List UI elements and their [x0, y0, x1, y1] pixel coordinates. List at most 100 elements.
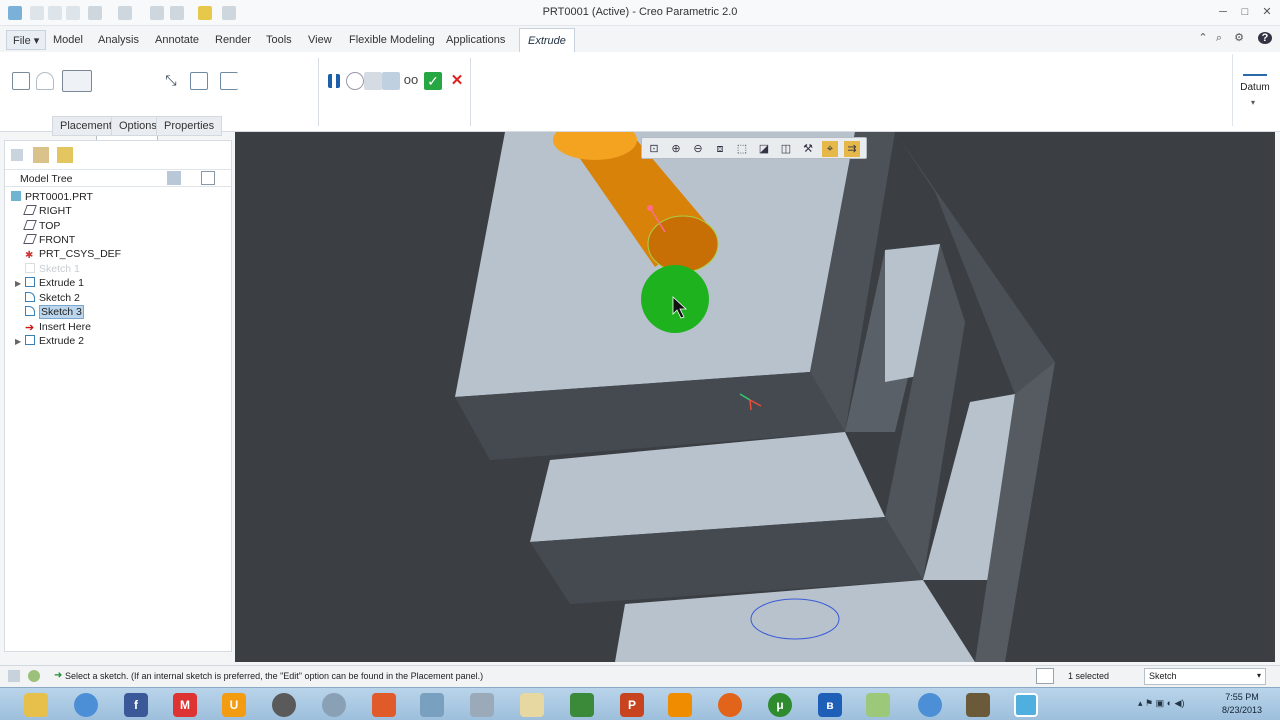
tree-item-sketch3[interactable]: Sketch 3 [25, 305, 84, 319]
zoom-in-icon[interactable]: ⊕ [668, 141, 684, 157]
gmail-icon[interactable]: M [173, 693, 197, 717]
model-tree-tab-icon[interactable] [11, 149, 23, 161]
datum-plane-icon [23, 220, 37, 230]
tree-item-top[interactable]: TOP [23, 219, 60, 233]
browser-toggle-icon[interactable] [28, 670, 40, 682]
utorrent-icon[interactable]: μ [768, 693, 792, 717]
solid-icon[interactable] [12, 72, 30, 90]
facebook-icon[interactable]: f [124, 693, 148, 717]
tree-item-sketch1[interactable]: Sketch 1 [25, 262, 80, 276]
tab-extrude[interactable]: Extrude [519, 28, 575, 52]
flip-direction-icon[interactable]: ⤡ [162, 72, 180, 90]
selection-filter-dropdown[interactable]: Sketch ▾ [1144, 668, 1266, 685]
tab-analysis[interactable]: Analysis [98, 34, 139, 46]
graphics-viewport[interactable]: ⊡ ⊕ ⊖ ⧈ ⬚ ◪ ◫ ⚒ ⌖ ⇉ [235, 132, 1275, 662]
glasses-icon[interactable]: oo [402, 72, 420, 90]
minimize-ribbon-icon[interactable]: ⌃ [1196, 32, 1210, 44]
no-preview-icon[interactable] [346, 72, 364, 90]
folder-browser-icon[interactable] [33, 147, 49, 163]
remove-material-icon[interactable] [190, 72, 208, 90]
tree-item-sketch2[interactable]: Sketch 2 [25, 291, 80, 305]
part-icon [11, 191, 21, 201]
expand-arrow-icon[interactable]: ▶ [15, 279, 21, 288]
chrome-icon[interactable] [74, 693, 98, 717]
favorites-icon[interactable] [57, 147, 73, 163]
tab-render[interactable]: Render [215, 34, 251, 46]
clock[interactable]: 7:55 PM 8/23/2013 [1210, 691, 1274, 717]
zoom-out-icon[interactable]: ⊖ [690, 141, 706, 157]
minimize-icon[interactable]: ─ [1216, 6, 1230, 18]
ok-check-icon[interactable]: ✓ [424, 72, 442, 90]
tree-item-prt0001[interactable]: PRT0001.PRT [11, 190, 93, 204]
settings-icon[interactable]: ⚙ [1232, 32, 1246, 44]
tree-item-front[interactable]: FRONT [23, 233, 75, 247]
graphics-toolbar-toggle-icon[interactable] [1036, 668, 1054, 684]
app-game-icon[interactable] [966, 693, 990, 717]
app-star-icon[interactable] [372, 693, 396, 717]
extrude-ribbon: 118.52 ⤡ oo ✓ ✕ Placement Options Proper… [0, 52, 1280, 141]
maximize-icon[interactable]: □ [1238, 6, 1252, 18]
tab-model[interactable]: Model [53, 34, 83, 46]
tree-item-csys[interactable]: ✱ PRT_CSYS_DEF [25, 247, 121, 261]
thicken-sketch-icon[interactable] [220, 72, 238, 90]
display-style-icon[interactable]: ⚒ [800, 141, 816, 157]
chevron-down-icon: ▾ [1251, 98, 1256, 107]
tree-item-extrude1[interactable]: Extrude 1 [25, 276, 84, 290]
app-gear-icon[interactable] [470, 693, 494, 717]
view-manager-icon[interactable]: ◫ [778, 141, 794, 157]
tab-annotate[interactable]: Annotate [155, 34, 199, 46]
cancel-x-icon[interactable]: ✕ [448, 72, 466, 90]
explorer-icon[interactable] [24, 693, 48, 717]
annotation-display-icon[interactable]: ⇉ [844, 141, 860, 157]
firefox-icon[interactable] [718, 693, 742, 717]
app-tools-icon[interactable] [420, 693, 444, 717]
app-u-icon[interactable]: U [222, 693, 246, 717]
tray-icons[interactable]: ▴ ⚑ ▣ ◐ ◀) [1138, 698, 1202, 712]
reorient-icon[interactable]: ⬚ [734, 141, 750, 157]
pause-icon[interactable] [328, 74, 340, 88]
tree-columns-icon[interactable] [201, 171, 215, 185]
tab-applications[interactable]: Applications [446, 34, 505, 46]
ribbon-separator [470, 58, 471, 126]
depth-option-dropdown[interactable] [62, 70, 92, 92]
csys-icon: ✱ [25, 250, 34, 261]
refit-icon[interactable]: ⊡ [646, 141, 662, 157]
app-folder-icon[interactable] [866, 693, 890, 717]
clock-time: 7:55 PM [1225, 692, 1259, 702]
tab-flexible-modeling[interactable]: Flexible Modeling [349, 34, 435, 46]
repaint-icon[interactable]: ⧈ [712, 141, 728, 157]
tree-item-right[interactable]: RIGHT [23, 204, 72, 218]
tab-properties[interactable]: Properties [156, 116, 223, 136]
verify-icon[interactable] [382, 72, 400, 90]
tab-tools[interactable]: Tools [266, 34, 292, 46]
vlc-icon[interactable] [668, 693, 692, 717]
tab-file[interactable]: File ▾ [6, 30, 47, 50]
tree-item-insert-here[interactable]: ➔ Insert Here [25, 320, 91, 334]
tab-view[interactable]: View [308, 34, 332, 46]
sketch-icon [25, 292, 35, 302]
datum-label: Datum [1240, 82, 1270, 93]
saved-views-icon[interactable]: ◪ [756, 141, 772, 157]
datum-plane-icon [23, 205, 37, 215]
app-globe-icon[interactable] [322, 693, 346, 717]
tab-placement[interactable]: Placement [52, 116, 120, 136]
tree-item-extrude2[interactable]: Extrude 2 [25, 334, 84, 348]
app-tree-icon[interactable] [570, 693, 594, 717]
help-icon[interactable]: ? [1258, 32, 1272, 44]
close-icon[interactable]: ✕ [1260, 6, 1274, 18]
datum-group[interactable]: Datum ▾ [1232, 54, 1276, 126]
message-arrow-icon: ➜ [54, 670, 63, 681]
powerpoint-icon[interactable]: P [620, 693, 644, 717]
bluetooth-icon[interactable]: ʙ [818, 693, 842, 717]
app-owl-icon[interactable] [272, 693, 296, 717]
chrome-2-icon[interactable] [918, 693, 942, 717]
creo-icon[interactable] [1014, 693, 1038, 717]
expand-arrow-icon[interactable]: ▶ [15, 337, 21, 346]
datum-display-icon[interactable]: ⌖ [822, 141, 838, 157]
surface-icon[interactable] [36, 72, 54, 90]
app-notes-icon[interactable] [520, 693, 544, 717]
preview-icon[interactable] [364, 72, 382, 90]
tree-settings-icon[interactable] [167, 171, 181, 185]
search-icon[interactable]: ⌕ [1212, 32, 1226, 44]
navigator-toggle-icon[interactable] [8, 670, 20, 682]
